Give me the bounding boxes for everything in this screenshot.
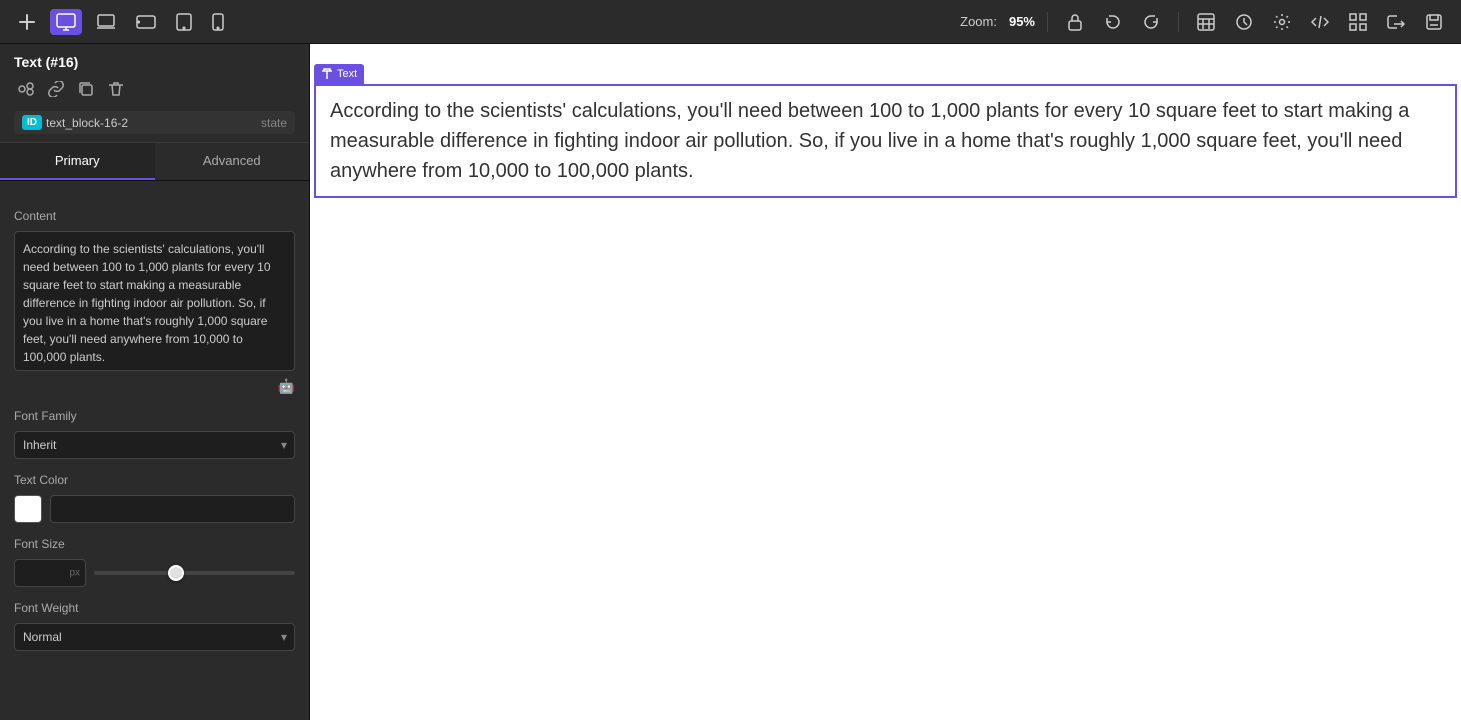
panel-title: Text (#16) [14, 54, 295, 70]
mobile-view-button[interactable] [206, 9, 230, 35]
lock-button[interactable] [1060, 9, 1090, 35]
main-layout: Text (#16) ID text_block-16-2 state [0, 44, 1461, 720]
font-size-input-wrap: px [14, 559, 86, 587]
font-family-select-wrapper: Inherit Arial Georgia Helvetica Times Ne… [14, 431, 295, 459]
font-weight-label: Font Weight [14, 601, 295, 615]
settings-button[interactable] [1267, 9, 1297, 35]
add-button[interactable] [12, 9, 42, 35]
top-toolbar: Zoom: 95% [0, 0, 1461, 44]
textarea-footer: 🤖 [14, 378, 295, 395]
tablet-landscape-view-button[interactable] [130, 9, 162, 35]
undo-button[interactable] [1098, 9, 1128, 35]
zoom-value: 95% [1009, 14, 1035, 29]
link-icon[interactable] [44, 78, 68, 105]
toolbar-divider-2 [1178, 12, 1179, 32]
canvas-inner: Text According to the scientists' calcul… [310, 44, 1461, 720]
tabs: Primary Advanced [0, 143, 309, 181]
font-size-row: px [14, 559, 295, 587]
font-size-label: Font Size [14, 537, 295, 551]
font-size-slider-wrap [94, 559, 295, 587]
desktop-view-button[interactable] [50, 9, 82, 35]
redo-button[interactable] [1136, 9, 1166, 35]
text-label-badge: Text [314, 64, 364, 85]
px-unit-label: px [69, 568, 80, 579]
state-label: state [261, 116, 287, 130]
color-input[interactable] [50, 495, 295, 523]
export-button[interactable] [1381, 9, 1411, 35]
panel-actions [14, 78, 295, 105]
font-family-label: Font Family [14, 409, 295, 423]
font-weight-select-wrapper: Normal Bold Light 100 200 300 400 500 60… [14, 623, 295, 651]
ai-icon[interactable]: 🤖 [278, 378, 295, 395]
font-family-section: Font Family Inherit Arial Georgia Helvet… [14, 409, 295, 459]
duplicate-icon[interactable] [74, 78, 98, 105]
id-badge: ID [22, 115, 42, 130]
table-button[interactable] [1191, 9, 1221, 35]
content-label: Content [14, 209, 295, 223]
save-button[interactable] [1419, 9, 1449, 35]
content-textarea[interactable]: According to the scientists' calculation… [14, 231, 295, 371]
left-panel: Text (#16) ID text_block-16-2 state [0, 44, 310, 720]
text-color-label: Text Color [14, 473, 295, 487]
font-size-slider[interactable] [94, 571, 295, 575]
panel-content: Content According to the scientists' cal… [0, 181, 309, 720]
font-family-select[interactable]: Inherit Arial Georgia Helvetica Times Ne… [14, 431, 295, 459]
zoom-label: Zoom: [960, 14, 997, 29]
tab-advanced[interactable]: Advanced [155, 143, 310, 180]
delete-icon[interactable] [104, 78, 128, 105]
tab-primary[interactable]: Primary [0, 143, 155, 180]
grid-button[interactable] [1343, 9, 1373, 35]
group-icon[interactable] [14, 78, 38, 105]
font-weight-select[interactable]: Normal Bold Light 100 200 300 400 500 60… [14, 623, 295, 651]
id-row: ID text_block-16-2 state [14, 111, 295, 134]
content-section: Content According to the scientists' cal… [14, 209, 295, 395]
toolbar-right-actions [1060, 9, 1449, 35]
id-value: text_block-16-2 [46, 116, 261, 130]
panel-header: Text (#16) ID text_block-16-2 state [0, 44, 309, 143]
font-size-section: Font Size px [14, 537, 295, 587]
toolbar-divider-1 [1047, 12, 1048, 32]
text-block[interactable]: Text According to the scientists' calcul… [314, 84, 1457, 198]
tablet-view-button[interactable] [170, 9, 198, 35]
canvas-area[interactable]: Text According to the scientists' calcul… [310, 44, 1461, 720]
history-button[interactable] [1229, 9, 1259, 35]
canvas-text-content: According to the scientists' calculation… [330, 100, 1409, 182]
laptop-view-button[interactable] [90, 9, 122, 35]
color-swatch[interactable] [14, 495, 42, 523]
text-color-section: Text Color [14, 473, 295, 523]
font-weight-section: Font Weight Normal Bold Light 100 200 30… [14, 601, 295, 651]
code-button[interactable] [1305, 9, 1335, 35]
color-row [14, 495, 295, 523]
